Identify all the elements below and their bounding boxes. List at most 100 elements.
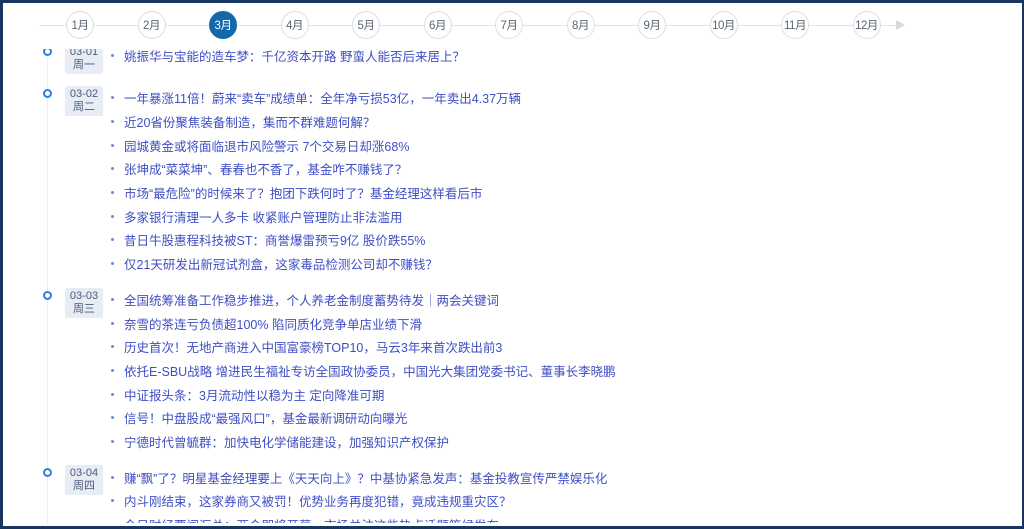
news-item: 近20省份聚焦装备制造，集而不群难题何解？ xyxy=(111,110,1020,134)
news-item: 市场“最危险”的时候来了？抱团下跌何时了？基金经理这样看后市 xyxy=(111,181,1020,205)
month-connector-line xyxy=(523,25,567,26)
news-headline-link[interactable]: 历史首次！无地产商进入中国富豪榜TOP10，马云3年来首次跌出前3 xyxy=(124,337,502,356)
timeline-node-icon xyxy=(43,291,52,300)
bullet-icon xyxy=(111,96,114,99)
news-headline-link[interactable]: 园城黄金或将面临退市风险警示 7个交易日却涨68% xyxy=(124,136,409,155)
month-connector-line xyxy=(309,25,353,26)
bullet-icon xyxy=(111,369,114,372)
news-headline-link[interactable]: 奈雪的茶连亏负债超100% 陷同质化竞争单店业绩下滑 xyxy=(124,314,422,333)
month-tab-7[interactable]: 7月 xyxy=(495,11,523,39)
bullet-icon xyxy=(111,238,114,241)
bullet-icon xyxy=(111,120,114,123)
month-connector-line xyxy=(39,25,66,26)
news-headline-link[interactable]: 近20省份聚焦装备制造，集而不群难题何解？ xyxy=(124,112,375,131)
bullet-icon xyxy=(111,298,114,301)
month-tab-3[interactable]: 3月 xyxy=(209,11,237,39)
news-headline-link[interactable]: 信号！中盘股成“最强风口”，基金最新调研动向曝光 xyxy=(124,408,407,427)
bullet-icon xyxy=(111,322,114,325)
news-item: 信号！中盘股成“最强风口”，基金最新调研动向曝光 xyxy=(111,406,1020,430)
month-tab-4[interactable]: 4月 xyxy=(281,11,309,39)
news-headline-link[interactable]: 姚振华与宝能的造车梦：千亿资本开路 野蛮人能否后来居上？ xyxy=(124,49,465,65)
news-item: 依托E-SBU战略 增进民生福祉专访全国政协委员，中国光大集团党委书记、董事长李… xyxy=(111,359,1020,383)
month-connector-line xyxy=(666,25,710,26)
bullet-icon xyxy=(111,167,114,170)
bullet-icon xyxy=(111,54,114,57)
month-connector-line xyxy=(452,25,496,26)
timeline-day-group-03-02: 03-02周二一年暴涨11倍！蔚来“卖车”成绩单：全年净亏损53亿，一年卖出4.… xyxy=(3,86,1020,276)
screenshot-frame: 1月 2月 3月 4月 5月 6月 7月 8月 9月 10月 11月 12月 03-01周一 姚振华与宝… xyxy=(0,0,1024,529)
month-connector-line xyxy=(595,25,639,26)
news-headline-link[interactable]: 仅21天研发出新冠试剂盒，这家毒品检测公司却不赚钱？ xyxy=(124,254,438,273)
news-headline-link[interactable]: 内斗刚结束，这家券商又被罚！优势业务再度犯错，竟成违规重灾区？ xyxy=(124,491,512,510)
news-headline-link[interactable]: 张坤成“菜菜坤”、春春也不香了，基金咋不赚钱了？ xyxy=(124,159,407,178)
month-tab-6[interactable]: 6月 xyxy=(424,11,452,39)
month-tab-9[interactable]: 9月 xyxy=(638,11,666,39)
date-label: 03-01 xyxy=(65,49,103,59)
month-connector-line xyxy=(738,25,782,26)
news-item: 历史首次！无地产商进入中国富豪榜TOP10，马云3年来首次跌出前3 xyxy=(111,335,1020,359)
news-headline-link[interactable]: 市场“最危险”的时候来了？抱团下跌何时了？基金经理这样看后市 xyxy=(124,183,482,202)
bullet-icon xyxy=(111,345,114,348)
next-arrow-icon xyxy=(896,20,905,30)
news-item: 仅21天研发出新冠试剂盒，这家毒品检测公司却不赚钱？ xyxy=(111,252,1020,276)
bullet-icon xyxy=(111,393,114,396)
news-timeline: 03-01周一 姚振华与宝能的造车梦：千亿资本开路 野蛮人能否后来居上？ 03-02… xyxy=(3,49,1020,523)
month-tab-5[interactable]: 5月 xyxy=(352,11,380,39)
month-connector-line xyxy=(94,25,138,26)
bullet-icon xyxy=(111,215,114,218)
weekday-label: 周二 xyxy=(65,101,103,114)
date-label: 03-02 xyxy=(65,88,103,101)
bullet-icon xyxy=(111,262,114,265)
news-item: 今日财经要闻汇总：两会即将开幕，市场关注这些热点话题等候发布 xyxy=(111,513,1020,523)
weekday-label: 周一 xyxy=(65,59,103,72)
weekday-label: 周四 xyxy=(65,480,103,493)
date-badge: 03-04周四 xyxy=(65,465,103,495)
news-headline-link[interactable]: 依托E-SBU战略 增进民生福祉专访全国政协委员，中国光大集团党委书记、董事长李… xyxy=(124,361,616,380)
news-item: 一年暴涨11倍！蔚来“卖车”成绩单：全年净亏损53亿，一年卖出4.37万辆 xyxy=(111,86,1020,110)
news-headline-link[interactable]: 今日财经要闻汇总：两会即将开幕，市场关注这些热点话题等候发布 xyxy=(124,515,499,523)
month-connector-line xyxy=(809,25,853,26)
month-connector-line xyxy=(380,25,424,26)
news-headline-link[interactable]: 宁德时代曾毓群：加快电化学储能建设，加强知识产权保护 xyxy=(124,432,449,451)
date-badge: 03-02周二 xyxy=(65,86,103,116)
month-connector-line xyxy=(881,25,896,26)
news-item: 内斗刚结束，这家券商又被罚！优势业务再度犯错，竟成违规重灾区？ xyxy=(111,489,1020,513)
news-item: 昔日牛股惠程科技被ST：商誉爆雷预亏9亿 股价跌55% xyxy=(111,228,1020,252)
timeline-day-group-03-01: 03-01周一 姚振华与宝能的造车梦：千亿资本开路 野蛮人能否后来居上？ xyxy=(3,49,1020,74)
news-item: 奈雪的茶连亏负债超100% 陷同质化竞争单店业绩下滑 xyxy=(111,311,1020,335)
news-item: 张坤成“菜菜坤”、春春也不香了，基金咋不赚钱了？ xyxy=(111,157,1020,181)
month-nav: 1月 2月 3月 4月 5月 6月 7月 8月 9月 10月 11月 12月 xyxy=(39,11,905,39)
month-tab-2[interactable]: 2月 xyxy=(138,11,166,39)
news-item-list: 赚“飘”了？明星基金经理要上《天天向上》？中基协紧急发声：基金投教宣传严禁娱乐化… xyxy=(3,465,1020,523)
news-item-list: 一年暴涨11倍！蔚来“卖车”成绩单：全年净亏损53亿，一年卖出4.37万辆近20… xyxy=(3,86,1020,276)
month-connector-line xyxy=(237,25,281,26)
timeline-day-group-03-03: 03-03周三全国统筹准备工作稳步推进，个人养老金制度蓄势待发｜两会关键词奈雪的… xyxy=(3,288,1020,454)
timeline-groups: 03-01周一 姚振华与宝能的造车梦：千亿资本开路 野蛮人能否后来居上？ 03-02… xyxy=(3,49,1020,523)
news-item-list: 全国统筹准备工作稳步推进，个人养老金制度蓄势待发｜两会关键词奈雪的茶连亏负债超1… xyxy=(3,288,1020,454)
month-tab-10[interactable]: 10月 xyxy=(710,11,738,39)
month-connector-line xyxy=(166,25,210,26)
news-item-list: 姚振华与宝能的造车梦：千亿资本开路 野蛮人能否后来居上？ xyxy=(3,49,1020,68)
news-item: 多家银行清理一人多卡 收紧账户管理防止非法滥用 xyxy=(111,204,1020,228)
date-label: 03-03 xyxy=(65,290,103,303)
month-tab-12[interactable]: 12月 xyxy=(853,11,881,39)
news-headline-link[interactable]: 赚“飘”了？明星基金经理要上《天天向上》？中基协紧急发声：基金投教宣传严禁娱乐化 xyxy=(124,468,607,487)
news-item: 全国统筹准备工作稳步推进，个人养老金制度蓄势待发｜两会关键词 xyxy=(111,288,1020,312)
news-headline-link[interactable]: 全国统筹准备工作稳步推进，个人养老金制度蓄势待发｜两会关键词 xyxy=(124,290,499,309)
bullet-icon xyxy=(111,416,114,419)
news-headline-link[interactable]: 多家银行清理一人多卡 收紧账户管理防止非法滥用 xyxy=(124,207,402,226)
bullet-icon xyxy=(111,499,114,502)
month-tab-11[interactable]: 11月 xyxy=(781,11,809,39)
date-badge: 03-01周一 xyxy=(65,49,103,74)
bullet-icon xyxy=(111,191,114,194)
timeline-node-icon xyxy=(43,89,52,98)
news-headline-link[interactable]: 昔日牛股惠程科技被ST：商誉爆雷预亏9亿 股价跌55% xyxy=(124,230,425,249)
month-tab-1[interactable]: 1月 xyxy=(66,11,94,39)
news-item: 姚振华与宝能的造车梦：千亿资本开路 野蛮人能否后来居上？ xyxy=(111,49,1020,68)
bullet-icon xyxy=(111,476,114,479)
month-tab-8[interactable]: 8月 xyxy=(567,11,595,39)
bullet-icon xyxy=(111,440,114,443)
news-headline-link[interactable]: 一年暴涨11倍！蔚来“卖车”成绩单：全年净亏损53亿，一年卖出4.37万辆 xyxy=(124,88,521,107)
news-item: 中证报头条：3月流动性以稳为主 定向降准可期 xyxy=(111,382,1020,406)
news-headline-link[interactable]: 中证报头条：3月流动性以稳为主 定向降准可期 xyxy=(124,385,384,404)
